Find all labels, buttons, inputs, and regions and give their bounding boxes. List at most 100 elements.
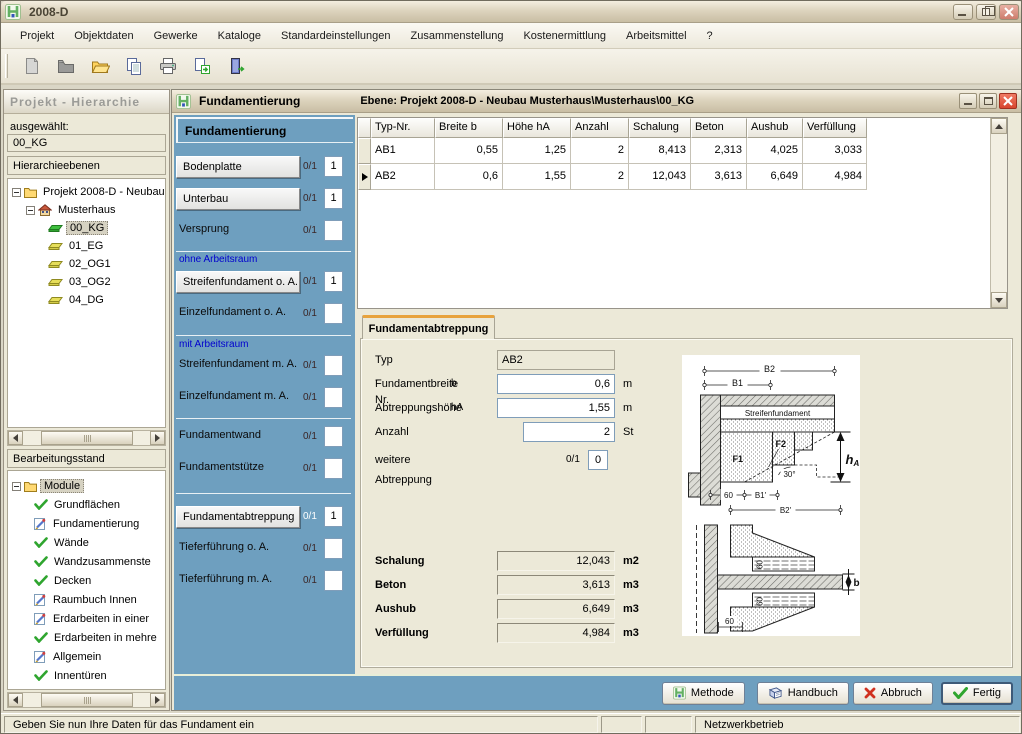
print-button[interactable] [154,53,182,79]
menu-standardeinstellungen[interactable]: Standardeinstellungen [272,27,399,45]
scroll-right-button[interactable] [150,693,165,707]
scroll-left-button[interactable] [8,431,23,445]
row-selector-active[interactable] [358,164,371,190]
anzahl-input[interactable]: 2 [523,422,615,442]
count-field[interactable]: 1 [324,188,343,209]
methode-button[interactable]: Methode [662,682,745,705]
count-field[interactable] [324,387,343,408]
module-item-raumbuch-innen[interactable]: Raumbuch Innen [8,590,165,609]
progress-hscrollbar[interactable] [7,692,166,708]
scroll-thumb[interactable] [41,431,133,445]
menu-kataloge[interactable]: Kataloge [209,27,270,45]
col-typnr[interactable]: Typ-Nr. [371,118,435,138]
module-item-wandzusammenstellung[interactable]: Wandzusammenste [8,552,165,571]
menu-zusammenstellung[interactable]: Zusammenstellung [402,27,513,45]
menu-objektdaten[interactable]: Objektdaten [65,27,142,45]
col-breite[interactable]: Breite b [435,118,503,138]
menu-projekt[interactable]: Projekt [11,27,63,45]
open-folder-button[interactable] [86,53,114,79]
count-field[interactable] [324,538,343,559]
child-close-button[interactable] [999,93,1017,109]
module-item-grundflaechen[interactable]: Grundflächen [8,495,165,514]
minimize-button[interactable] [953,4,973,20]
weitere-abtreppung-input[interactable]: 0 [588,450,608,470]
collapse-icon[interactable] [12,188,21,197]
abbruch-button[interactable]: Abbruch [853,682,933,705]
restore-button[interactable] [976,4,996,20]
module-item-innentueren[interactable]: Innentüren [8,666,165,685]
count-field[interactable] [324,220,343,241]
count-field[interactable] [324,570,343,591]
new-document-button[interactable] [18,53,46,79]
module-item-erdarbeiten-mehreren[interactable]: Erdarbeiten in mehre [8,628,165,647]
count-field[interactable]: 1 [324,271,343,292]
tree-node-floor-00kg[interactable]: 00_KG [8,219,165,237]
status-panel-1 [601,716,642,733]
fertig-button[interactable]: Fertig [941,682,1013,705]
scroll-up-button[interactable] [991,118,1007,134]
tree-node-project[interactable]: Projekt 2008-D - Neubau [8,179,165,201]
module-item-erdarbeiten-einer[interactable]: Erdarbeiten in einer [8,609,165,628]
collapse-icon[interactable] [26,206,35,215]
cell: 12,043 [629,164,691,190]
table-vscrollbar[interactable] [990,118,1007,308]
module-item-allgemein[interactable]: Allgemein [8,647,165,666]
col-aushub[interactable]: Aushub [747,118,803,138]
menu-arbeitsmittel[interactable]: Arbeitsmittel [617,27,696,45]
count-field[interactable]: 1 [324,156,343,177]
module-item-waende[interactable]: Wände [8,533,165,552]
export-button[interactable] [188,53,216,79]
child-minimize-button[interactable] [959,93,977,109]
handbuch-button[interactable]: Handbuch [757,682,849,705]
tree-node-floor-04dg[interactable]: 04_DG [8,291,165,309]
module-item-fundamentierung[interactable]: Fundamentierung [8,514,165,533]
open-document-button[interactable] [52,53,80,79]
svg-text:Streifenfundament: Streifenfundament [745,409,811,418]
tree-node-floor-03og2[interactable]: 03_OG2 [8,273,165,291]
tree-node-building[interactable]: Musterhaus [8,201,165,219]
svg-text:F1: F1 [733,454,744,464]
scroll-left-button[interactable] [8,693,23,707]
count-field[interactable] [324,355,343,376]
col-hoehe[interactable]: Höhe hA [503,118,571,138]
count-field[interactable] [324,458,343,479]
menu-gewerke[interactable]: Gewerke [145,27,207,45]
row-selector[interactable] [358,138,371,164]
col-anzahl[interactable]: Anzahl [571,118,629,138]
separator [176,335,351,336]
exit-button[interactable] [222,53,250,79]
menu-help[interactable]: ? [698,27,722,45]
scroll-down-button[interactable] [991,292,1007,308]
tree-node-floor-01eg[interactable]: 01_EG [8,237,165,255]
count-field[interactable] [324,426,343,447]
check-icon [34,499,48,510]
child-maximize-button[interactable] [979,93,997,109]
close-button[interactable] [999,4,1019,20]
child-window-level: Ebene: Projekt 2008-D - Neubau Musterhau… [360,95,957,107]
bodenplatte-button[interactable]: Bodenplatte [176,156,300,178]
module-row-fundamentwand: Fundamentwand 0/1 [174,426,355,448]
col-beton[interactable]: Beton [691,118,747,138]
unterbau-button[interactable]: Unterbau [176,188,300,210]
tab-fundamentabtreppung[interactable]: Fundamentabtreppung [362,315,495,339]
count-field[interactable]: 1 [324,506,343,527]
scroll-thumb[interactable] [41,693,133,707]
col-verfuellung[interactable]: Verfüllung [803,118,867,138]
fundamentabtreppung-button[interactable]: Fundamentabtreppung [176,506,300,528]
floor-slab-icon [48,242,63,251]
tree-node-floor-02og1[interactable]: 02_OG1 [8,255,165,273]
arrow-left-icon [13,696,18,704]
count-field[interactable] [324,303,343,324]
copy-button[interactable] [120,53,148,79]
streifenfundament-oa-button[interactable]: Streifenfundament o. A. [176,271,300,293]
hierarchy-hscrollbar[interactable] [7,430,166,446]
tree-node-module[interactable]: Module [8,471,165,495]
menu-kostenermittlung[interactable]: Kostenermittlung [514,27,615,45]
collapse-icon[interactable] [12,482,21,491]
module-item-decken[interactable]: Decken [8,571,165,590]
abtreppungshoehe-input[interactable]: 1,55 [497,398,615,418]
scroll-right-button[interactable] [150,431,165,445]
fundamentbreite-input[interactable]: 0,6 [497,374,615,394]
col-schalung[interactable]: Schalung [629,118,691,138]
module-item-label: Erdarbeiten in mehre [51,632,160,644]
